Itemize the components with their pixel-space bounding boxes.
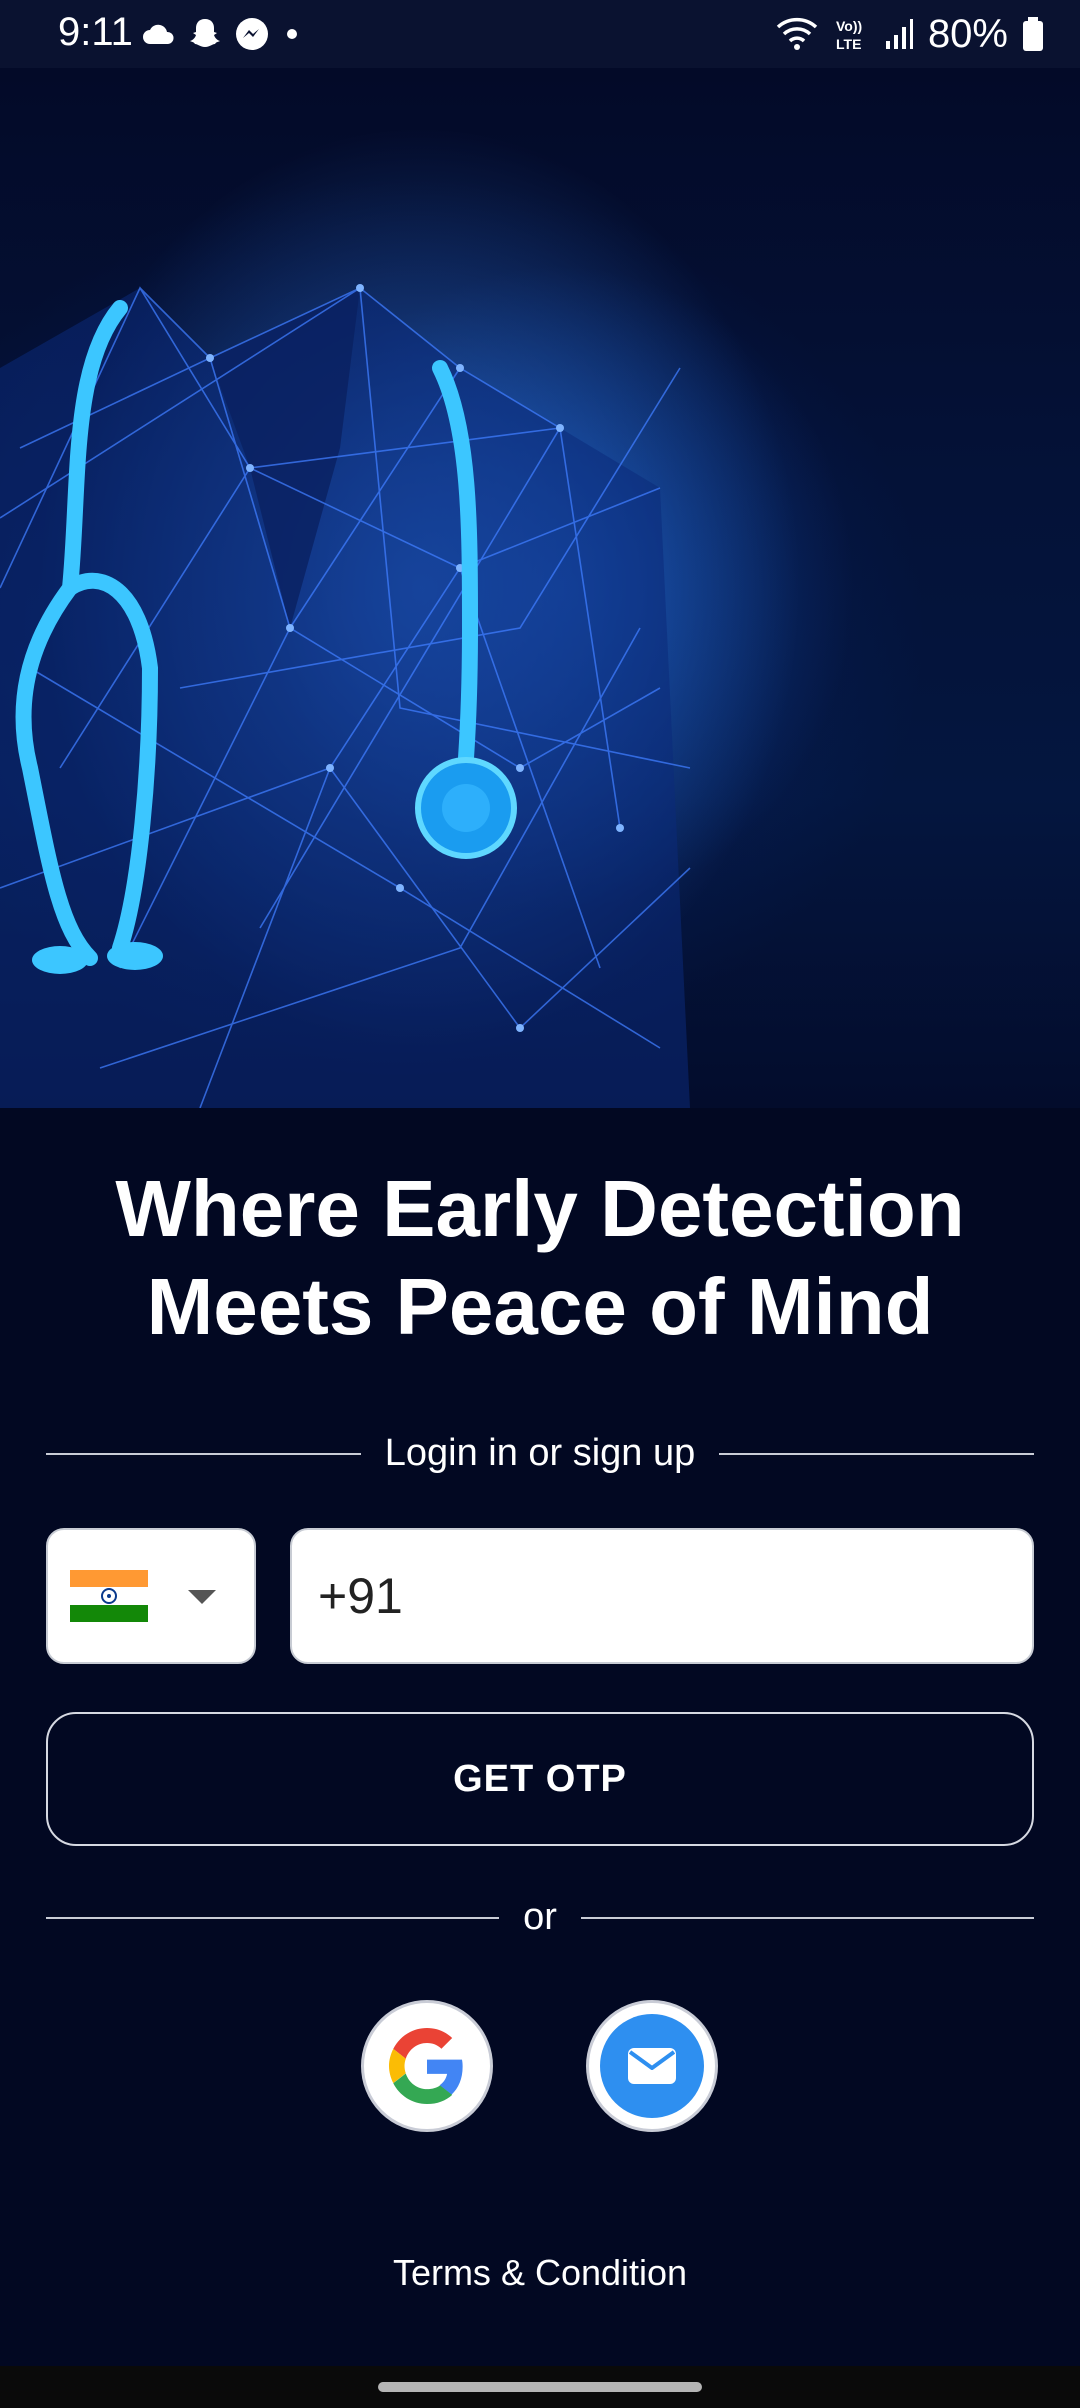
page-title: Where Early Detection Meets Peace of Min… bbox=[0, 1160, 1080, 1356]
signal-icon bbox=[885, 19, 913, 49]
snapchat-icon bbox=[190, 19, 220, 47]
divider-line-right bbox=[580, 1916, 1035, 1919]
email-icon bbox=[628, 2048, 676, 2084]
divider-line-left bbox=[46, 1452, 361, 1455]
india-flag-icon bbox=[70, 1570, 148, 1622]
doctor-network-image bbox=[0, 128, 800, 1108]
battery-percent: 80% bbox=[927, 11, 1008, 56]
status-time: 9:11 bbox=[58, 10, 133, 54]
divider-line-right bbox=[719, 1452, 1034, 1455]
or-label: or bbox=[523, 1896, 557, 1938]
login-screen: 9:11 Vo)) LTE 80% Where Early Detection … bbox=[0, 0, 1080, 2408]
home-gesture-handle[interactable] bbox=[378, 2382, 702, 2392]
google-icon bbox=[389, 2028, 463, 2104]
wifi-icon bbox=[776, 17, 818, 50]
svg-text:Vo)): Vo)) bbox=[836, 18, 862, 34]
navigation-bar bbox=[0, 2366, 1080, 2408]
title-line-2: Meets Peace of Mind bbox=[146, 1262, 934, 1351]
terms-link[interactable]: Terms & Condition bbox=[0, 2252, 1080, 2294]
email-login-button[interactable] bbox=[586, 2000, 718, 2132]
messenger-icon bbox=[236, 18, 268, 50]
country-code-selector[interactable] bbox=[46, 1528, 256, 1664]
login-divider: Login in or sign up bbox=[46, 1432, 1034, 1475]
chevron-down-icon bbox=[188, 1590, 216, 1604]
phone-number-input[interactable] bbox=[290, 1528, 1034, 1664]
or-divider: or bbox=[46, 1896, 1035, 1939]
title-line-1: Where Early Detection bbox=[115, 1164, 965, 1253]
get-otp-button[interactable]: GET OTP bbox=[46, 1712, 1034, 1846]
status-right: Vo)) LTE 80% bbox=[774, 10, 1044, 58]
volte-icon: Vo)) LTE bbox=[836, 18, 862, 52]
divider-line-left bbox=[46, 1916, 500, 1919]
login-divider-label: Login in or sign up bbox=[384, 1432, 696, 1474]
email-icon-circle bbox=[600, 2014, 704, 2118]
hero-illustration bbox=[0, 68, 1080, 1108]
dot-icon bbox=[287, 29, 297, 39]
battery-icon bbox=[1023, 17, 1043, 51]
svg-text:LTE: LTE bbox=[836, 36, 861, 52]
notification-icons bbox=[142, 14, 302, 54]
cloud-icon bbox=[143, 24, 174, 44]
status-bar: 9:11 Vo)) LTE 80% bbox=[0, 0, 1080, 68]
google-login-button[interactable] bbox=[361, 2000, 493, 2132]
